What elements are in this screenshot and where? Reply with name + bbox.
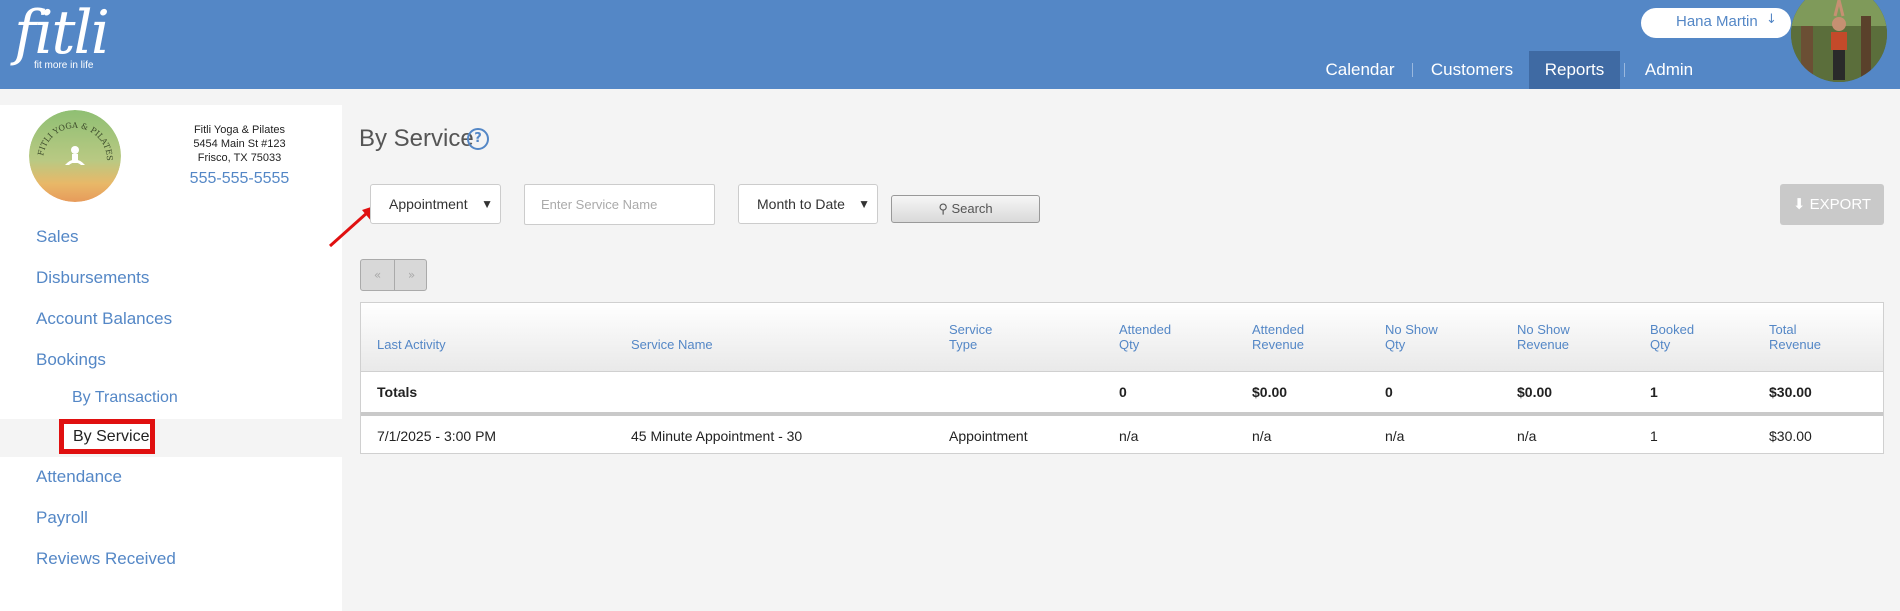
export-button-label: EXPORT bbox=[1809, 196, 1872, 213]
help-icon[interactable]: ? bbox=[467, 128, 489, 150]
pager-prev-button[interactable]: « bbox=[361, 260, 394, 290]
pager-next-button[interactable]: » bbox=[394, 260, 428, 290]
cell-no-show-revenue: n/a bbox=[1517, 428, 1537, 444]
col-attended-qty[interactable]: Attended Qty bbox=[1119, 322, 1171, 352]
date-range-select[interactable]: Month to Date ▼ bbox=[738, 184, 878, 224]
nav-customers[interactable]: Customers bbox=[1422, 51, 1522, 89]
totals-row: Totals 0 $0.00 0 $0.00 1 $30.00 bbox=[361, 372, 1883, 416]
col-total-revenue[interactable]: Total Revenue bbox=[1769, 322, 1821, 352]
sidebar-item-bookings[interactable]: Bookings bbox=[36, 350, 106, 370]
table-row[interactable]: 7/1/2025 - 3:00 PM 45 Minute Appointment… bbox=[361, 416, 1883, 456]
sidebar-item-disbursements[interactable]: Disbursements bbox=[36, 268, 149, 288]
appointment-type-value: Appointment bbox=[389, 196, 468, 212]
studio-address-line2: Frisco, TX 75033 bbox=[197, 152, 282, 164]
cell-total-revenue: $30.00 bbox=[1769, 428, 1812, 444]
cell-last-activity: 7/1/2025 - 3:00 PM bbox=[377, 428, 497, 444]
studio-address-line1: 5454 Main St #123 bbox=[193, 138, 286, 150]
totals-label: Totals bbox=[377, 384, 418, 400]
col-no-show-qty[interactable]: No Show Qty bbox=[1385, 322, 1438, 352]
search-button-label: Search bbox=[951, 201, 993, 216]
chevron-down-icon: ▼ bbox=[858, 197, 870, 211]
totals-no-show-qty: 0 bbox=[1385, 384, 1393, 400]
page-title: By Service bbox=[359, 125, 474, 152]
nav-divider bbox=[1624, 63, 1625, 77]
cell-attended-revenue: n/a bbox=[1252, 428, 1272, 444]
totals-no-show-revenue: $0.00 bbox=[1517, 384, 1553, 400]
report-table: Last Activity Service Name Service Type A… bbox=[360, 302, 1884, 454]
sidebar-active-row bbox=[0, 419, 342, 457]
studio-phone[interactable]: 555-555-5555 bbox=[172, 169, 307, 189]
cell-service-type: Appointment bbox=[949, 428, 1028, 444]
studio-logo-graphic: FITLI YOGA & PILATES bbox=[29, 110, 121, 202]
main-nav: Calendar Customers Reports Admin bbox=[0, 51, 1900, 89]
col-booked-qty[interactable]: Booked Qty bbox=[1650, 322, 1694, 352]
totals-attended-qty: 0 bbox=[1119, 384, 1127, 400]
user-name[interactable]: Hana Martin bbox=[1676, 13, 1758, 30]
chevron-down-icon: ▼ bbox=[481, 197, 493, 211]
table-header: Last Activity Service Name Service Type A… bbox=[361, 303, 1883, 372]
service-name-input[interactable]: Enter Service Name bbox=[524, 184, 715, 225]
cell-no-show-qty: n/a bbox=[1385, 428, 1405, 444]
sidebar-item-payroll[interactable]: Payroll bbox=[36, 508, 88, 528]
top-bar: fitli fit more in life Hana Martin ↓ Cal… bbox=[0, 0, 1900, 89]
sidebar-item-attendance[interactable]: Attendance bbox=[36, 467, 122, 487]
sidebar-item-by-service-label: By Service bbox=[73, 428, 150, 445]
search-button[interactable]: ⚲ Search bbox=[891, 195, 1040, 223]
col-attended-revenue[interactable]: Attended Revenue bbox=[1252, 322, 1304, 352]
cell-booked-qty: 1 bbox=[1650, 428, 1658, 444]
cell-service-name: 45 Minute Appointment - 30 bbox=[631, 428, 803, 444]
sidebar-item-sales[interactable]: Sales bbox=[36, 227, 79, 247]
studio-info: Fitli Yoga & Pilates 5454 Main St #123 F… bbox=[172, 123, 307, 189]
sidebar-item-account-balances[interactable]: Account Balances bbox=[36, 309, 172, 329]
sidebar-item-by-service[interactable]: By Service bbox=[59, 419, 155, 454]
sidebar-item-reviews-received[interactable]: Reviews Received bbox=[36, 549, 176, 569]
chevron-down-icon[interactable]: ↓ bbox=[1766, 12, 1777, 27]
nav-divider bbox=[1412, 63, 1413, 77]
appointment-type-select[interactable]: Appointment ▼ bbox=[370, 184, 501, 224]
totals-total-revenue: $30.00 bbox=[1769, 384, 1812, 400]
col-no-show-revenue[interactable]: No Show Revenue bbox=[1517, 322, 1570, 352]
totals-booked-qty: 1 bbox=[1650, 384, 1658, 400]
search-icon: ⚲ bbox=[938, 201, 948, 216]
nav-calendar[interactable]: Calendar bbox=[1318, 51, 1402, 89]
col-service-type[interactable]: Service Type bbox=[949, 322, 992, 352]
col-service-name[interactable]: Service Name bbox=[631, 337, 713, 352]
download-icon: ⬇ bbox=[1792, 196, 1806, 213]
col-last-activity[interactable]: Last Activity bbox=[377, 337, 446, 352]
studio-logo: FITLI YOGA & PILATES bbox=[29, 110, 121, 202]
nav-admin[interactable]: Admin bbox=[1634, 51, 1704, 89]
cell-attended-qty: n/a bbox=[1119, 428, 1139, 444]
totals-attended-revenue: $0.00 bbox=[1252, 384, 1288, 400]
studio-name: Fitli Yoga & Pilates bbox=[193, 124, 286, 136]
date-range-value: Month to Date bbox=[757, 196, 845, 212]
sidebar-item-by-transaction[interactable]: By Transaction bbox=[72, 389, 178, 407]
nav-reports[interactable]: Reports bbox=[1529, 51, 1620, 89]
pager: « » bbox=[360, 259, 427, 291]
export-button[interactable]: ⬇ EXPORT bbox=[1780, 184, 1884, 225]
